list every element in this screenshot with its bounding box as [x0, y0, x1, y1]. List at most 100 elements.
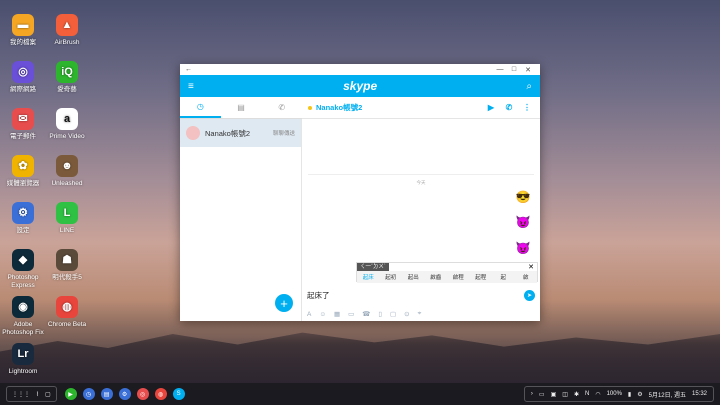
- desktop-icon-label: 愛奇藝: [57, 86, 77, 93]
- desktop-icon-label: AirBrush: [54, 39, 80, 46]
- image-icon[interactable]: ▣: [551, 391, 557, 398]
- desktop-icon[interactable]: ◆ Photoshop Express: [0, 249, 46, 290]
- desktop-icon[interactable]: ☗ 明代殺手5: [44, 249, 90, 282]
- lightroom-icon: Lr: [12, 343, 34, 365]
- skype-icon[interactable]: S: [172, 388, 185, 400]
- location-icon[interactable]: ⊙: [404, 310, 409, 318]
- video-call-icon[interactable]: ▶: [484, 103, 498, 112]
- conversation-list: Nanako帳號2 聊聊傳送 +: [180, 119, 302, 321]
- emoticon-icon[interactable]: ☺: [319, 311, 326, 318]
- app-drawer-icon[interactable]: ⋮⋮⋮: [12, 391, 30, 398]
- close-button[interactable]: ✕: [521, 66, 535, 74]
- screenshot-icon[interactable]: ◫: [562, 391, 568, 398]
- window-icon[interactable]: ▭: [539, 391, 545, 398]
- ime-candidate[interactable]: 起出: [402, 273, 425, 281]
- ime-candidate[interactable]: 起初: [380, 273, 403, 281]
- gear-icon[interactable]: ⚙: [118, 388, 131, 400]
- desktop-icon[interactable]: iQ 愛奇藝: [44, 61, 90, 94]
- wifi-icon[interactable]: ◠: [595, 391, 600, 398]
- recents-icon[interactable]: ⌇: [36, 391, 39, 398]
- pin-icon[interactable]: ⌖: [418, 310, 422, 318]
- desktop-icon[interactable]: ◎ 網際網路: [0, 61, 46, 94]
- globe-icon: ◎: [12, 61, 34, 83]
- time-label: 15:32: [691, 391, 707, 397]
- gear-icon: ⚙: [12, 202, 34, 224]
- ime-candidate[interactable]: 啟程: [447, 273, 470, 281]
- nfc-icon[interactable]: N: [585, 391, 589, 397]
- message-input-row: 起床了 ➤: [302, 283, 540, 307]
- calendar-icon[interactable]: ▤: [100, 388, 113, 400]
- desktop-icon[interactable]: a Prime Video: [44, 108, 90, 141]
- ime-candidates: 起床 起初 起出 啟齒 啟程 起程起啟: [357, 271, 537, 283]
- image-icon[interactable]: ▦: [334, 310, 340, 318]
- emoji-message[interactable]: 😎: [512, 186, 534, 208]
- ime-candidate[interactable]: 啟: [515, 273, 538, 281]
- ime-candidate[interactable]: 起程: [470, 273, 493, 281]
- contacts-icon: ▤: [237, 103, 245, 112]
- desktop-icon-label: Unleashed: [51, 180, 83, 187]
- media-icon: ✿: [12, 155, 34, 177]
- desktop-icon[interactable]: ▬ 我的檔案: [0, 14, 46, 47]
- desktop-icon[interactable]: ◉ Adobe Photoshop Fix: [0, 296, 46, 337]
- minimize-button[interactable]: —: [493, 66, 507, 73]
- desktop-icon[interactable]: ✉ 電子郵件: [0, 108, 46, 141]
- desktop-icon-label: LINE: [59, 227, 75, 234]
- date-divider-label: 今天: [413, 180, 429, 185]
- desktop-icon[interactable]: ▲ AirBrush: [44, 14, 90, 47]
- mail-icon: ✉: [12, 108, 34, 130]
- file-icon[interactable]: ▯: [378, 310, 382, 318]
- maximize-button[interactable]: □: [507, 66, 521, 73]
- skype-header: ≡ skype ⌕: [180, 75, 540, 97]
- tab-recent[interactable]: ◷: [180, 97, 221, 118]
- conversation-status: 聊聊傳送: [272, 131, 295, 137]
- taskbar-apps: ▶ ◷ ▤ ⚙ ◎ ◍ S: [64, 388, 185, 400]
- ime-candidate[interactable]: 啟齒: [425, 273, 448, 281]
- audio-call-icon[interactable]: ✆: [502, 103, 516, 112]
- chevron-icon[interactable]: ›: [531, 391, 533, 397]
- presence-dot: [308, 105, 312, 110]
- ime-close-icon[interactable]: ✕: [528, 263, 537, 271]
- settings-icon[interactable]: ⚙: [637, 391, 642, 398]
- play-store-icon[interactable]: ▶: [64, 388, 77, 400]
- contact-icon[interactable]: ☎: [362, 310, 370, 318]
- folder-icon: ▬: [12, 14, 34, 36]
- desktop-icon[interactable]: L LINE: [44, 202, 90, 235]
- bluetooth-icon[interactable]: ✱: [574, 391, 579, 398]
- battery-icon: ▮: [627, 391, 632, 398]
- desktop-icon-label: 我的檔案: [10, 39, 36, 46]
- camera-icon[interactable]: ◎: [136, 388, 149, 400]
- search-icon[interactable]: ⌕: [526, 81, 532, 92]
- back-button[interactable]: ←: [185, 66, 192, 73]
- skype-logo: skype: [343, 79, 378, 93]
- chrome-icon[interactable]: ◍: [154, 388, 167, 400]
- desktop-icon[interactable]: ☻ Unleashed: [44, 155, 90, 188]
- desktop-icon-label: Photoshop Express: [7, 274, 39, 289]
- format-text-icon[interactable]: A: [307, 311, 311, 318]
- send-button[interactable]: ➤: [524, 289, 535, 301]
- desktop-icon[interactable]: ◍ Chrome Beta: [44, 296, 90, 329]
- clock-icon[interactable]: ◷: [82, 388, 95, 400]
- unleashed-icon: ☻: [56, 155, 78, 177]
- new-chat-button[interactable]: +: [275, 294, 293, 312]
- desktop-icon[interactable]: ⚙ 設定: [0, 202, 46, 235]
- chat-title[interactable]: Nanako帳號2: [316, 102, 362, 113]
- system-tray: › ▭ ▣ ◫ ✱ N ◠ 100% ▮ ⚙ 5月12日, 週五 15:32: [523, 386, 714, 402]
- more-options-icon[interactable]: ⋮: [520, 103, 534, 112]
- message-input[interactable]: 起床了: [307, 290, 330, 301]
- ime-candidate[interactable]: 起: [492, 273, 515, 281]
- tab-contacts[interactable]: ▤: [221, 97, 262, 118]
- home-icon[interactable]: ▢: [45, 391, 51, 398]
- desktop-icon[interactable]: Lr Lightroom: [0, 343, 46, 376]
- video-message-icon[interactable]: ▭: [348, 310, 354, 318]
- desktop-icon[interactable]: ✿ 媒體瀏覽器: [0, 155, 46, 188]
- emoji-message[interactable]: 😈: [512, 211, 534, 233]
- ime-candidate[interactable]: 起床: [357, 273, 380, 281]
- emoji-message[interactable]: 😈: [512, 237, 534, 259]
- skype-window: ← — □ ✕ ≡ skype ⌕ ◷ ▤ ✆ Nanako帳號2 聊聊傳送 +…: [180, 64, 540, 321]
- window-titlebar: ← — □ ✕: [180, 64, 540, 75]
- tab-calls[interactable]: ✆: [261, 97, 302, 118]
- phone-icon: ✆: [278, 103, 286, 112]
- desktop-icon-label: Adobe Photoshop Fix: [2, 321, 44, 336]
- screen-icon[interactable]: ▢: [390, 310, 396, 318]
- conversation-item[interactable]: Nanako帳號2 聊聊傳送: [180, 119, 301, 147]
